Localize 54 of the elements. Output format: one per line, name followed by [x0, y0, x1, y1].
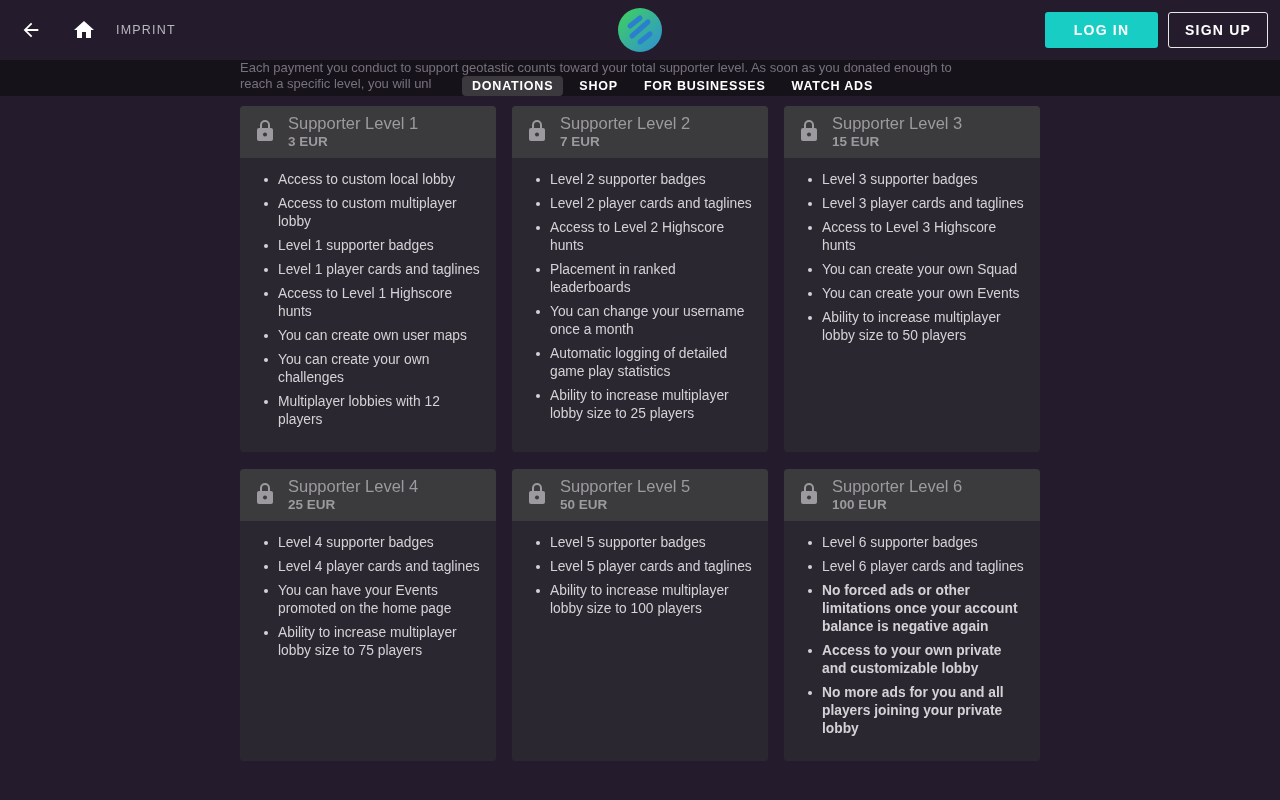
nav-tab[interactable]: DONATIONS: [462, 76, 564, 96]
perk-item: Access to Level 1 Highscore hunts: [260, 285, 484, 321]
perk-item: You can create your own Squad: [804, 261, 1028, 279]
perk-item: Access to Level 3 Highscore hunts: [804, 219, 1028, 255]
perk-item: No more ads for you and all players joining your private lobby: [804, 684, 1028, 738]
perk-item: Level 3 supporter badges: [804, 171, 1028, 189]
perk-item: Level 2 player cards and taglines: [532, 195, 756, 213]
level-title: Supporter Level 3: [832, 113, 963, 133]
perk-item: Level 3 player cards and taglines: [804, 195, 1028, 213]
perk-item: Level 4 player cards and taglines: [260, 558, 484, 576]
perk-item: Access to your own private and customizable lobby: [804, 642, 1028, 678]
logo-icon[interactable]: [618, 8, 662, 52]
level-title: Supporter Level 4: [288, 476, 419, 496]
perk-item: Level 5 player cards and taglines: [532, 558, 756, 576]
perk-item: Level 1 player cards and taglines: [260, 261, 484, 279]
perk-item: Multiplayer lobbies with 12 players: [260, 393, 484, 429]
perk-item: Automatic logging of detailed game play statistics: [532, 345, 756, 381]
nav-tab[interactable]: SHOP: [569, 76, 628, 96]
perk-item: Placement in ranked leaderboards: [532, 261, 756, 297]
level-title: Supporter Level 5: [560, 476, 691, 496]
level-price: 50 EUR: [560, 496, 609, 514]
perk-item: Access to Level 2 Highscore hunts: [532, 219, 756, 255]
perk-item: You can have your Events promoted on the home page: [260, 582, 484, 618]
perk-item: Ability to increase multiplayer lobby size to 25 players: [532, 387, 756, 423]
perk-item: Level 2 supporter badges: [532, 171, 756, 189]
perk-item: Ability to increase multiplayer lobby size to 75 players: [260, 624, 484, 660]
intro-text: reach a specific level, you will unl: [240, 76, 432, 92]
perk-item: Level 6 player cards and taglines: [804, 558, 1028, 576]
intro-text: Each payment you conduct to support geotastic counts toward your total supporter level. As soon as you donated enough to: [240, 60, 952, 76]
level-price: 15 EUR: [832, 133, 881, 151]
level-price: 7 EUR: [560, 133, 601, 151]
perk-item: Level 1 supporter badges: [260, 237, 484, 255]
level-title: Supporter Level 2: [560, 113, 691, 133]
imprint-link[interactable]: IMPRINT: [116, 23, 176, 37]
perk-item: Ability to increase multiplayer lobby size to 50 players: [804, 309, 1028, 345]
perk-item: You can change your username once a month: [532, 303, 756, 339]
signup-button[interactable]: SIGN UP: [1168, 12, 1268, 48]
perk-item: Access to custom local lobby: [260, 171, 484, 189]
perk-item: You can create your own challenges: [260, 351, 484, 387]
perk-item: Level 6 supporter badges: [804, 534, 1028, 552]
level-title: Supporter Level 6: [832, 476, 963, 496]
perk-item: Level 5 supporter badges: [532, 534, 756, 552]
nav-tab[interactable]: FOR BUSINESSES: [633, 76, 776, 96]
perk-item: You can create your own Events: [804, 285, 1028, 303]
nav-tab[interactable]: WATCH ADS: [781, 76, 884, 96]
perk-item: You can create own user maps: [260, 327, 484, 345]
perk-item: No forced ads or other limitations once your account balance is negative again: [804, 582, 1028, 636]
perk-item: Access to custom multiplayer lobby: [260, 195, 484, 231]
level-price: 25 EUR: [288, 496, 337, 514]
perk-item: Level 4 supporter badges: [260, 534, 484, 552]
level-price: 3 EUR: [288, 133, 329, 151]
perk-item: Ability to increase multiplayer lobby size to 100 players: [532, 582, 756, 618]
level-price: 100 EUR: [832, 496, 888, 514]
level-title: Supporter Level 1: [288, 113, 419, 133]
